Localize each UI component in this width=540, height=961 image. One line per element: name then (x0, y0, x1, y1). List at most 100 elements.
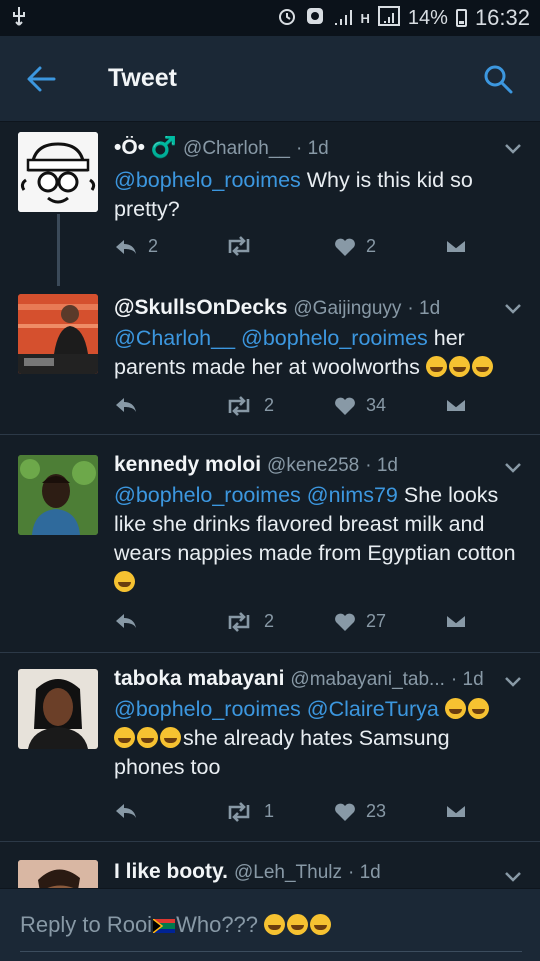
user-handle[interactable]: @kene258 (267, 455, 359, 477)
reply-button[interactable]: 2 (114, 236, 158, 257)
mention-link[interactable]: @bophelo_rooimes @nims79 (114, 483, 398, 507)
tweet-text: @bophelo_rooimes Why is this kid so pret… (114, 166, 520, 224)
like-button[interactable]: 23 (334, 801, 386, 822)
tweet-text: @bophelo_rooimes @nims79 She looks like … (114, 481, 520, 597)
display-name[interactable]: @SkullsOnDecks (114, 296, 287, 320)
reply-underline (20, 951, 522, 952)
avatar[interactable] (18, 669, 98, 749)
chevron-down-icon[interactable] (504, 142, 522, 154)
tweet-item[interactable]: @SkullsOnDecks @Gaijinguyy · 1d @Charloh… (0, 282, 540, 435)
battery-percent: 14% (407, 6, 448, 29)
tweet-actions: 1 23 (114, 801, 474, 827)
tweet-actions: 2 34 (114, 395, 474, 421)
mention-link[interactable]: @bophelo_rooimes (114, 168, 301, 192)
retweet-button[interactable]: 2 (224, 395, 274, 416)
avatar[interactable] (18, 132, 98, 212)
avatar[interactable] (18, 860, 98, 888)
tweet-text: @bophelo_rooimes @ClaireTurya she alread… (114, 695, 520, 782)
share-icon (444, 236, 468, 256)
chevron-down-icon[interactable] (504, 302, 522, 314)
display-name[interactable]: I like booty. (114, 860, 228, 884)
tweet-item[interactable]: •Ö• ♂️ @Charloh__ · 1d @bophelo_rooimes … (0, 122, 540, 286)
retweet-count: 2 (264, 611, 275, 631)
display-name[interactable]: •Ö• ♂️ (114, 136, 177, 160)
reply-button[interactable] (114, 801, 148, 821)
reply-input[interactable]: Reply to Rooi Who??? (20, 912, 333, 938)
battery-icon (455, 9, 467, 27)
reply-button[interactable] (114, 395, 148, 415)
alarm-icon (277, 6, 297, 31)
thread-line (57, 214, 60, 286)
share-button[interactable] (444, 395, 468, 415)
usb-icon (10, 6, 28, 31)
retweet-button[interactable]: 2 (224, 611, 274, 632)
thinking-emoji (287, 914, 309, 935)
share-button[interactable] (444, 236, 468, 256)
like-count: 34 (366, 395, 387, 415)
user-handle[interactable]: @Charloh__ (183, 138, 290, 160)
like-icon (334, 237, 356, 257)
like-icon (334, 396, 356, 416)
clock: 16:32 (474, 5, 530, 30)
chevron-down-icon[interactable] (504, 461, 522, 473)
display-name[interactable]: taboka mabayani (114, 667, 284, 691)
like-button[interactable]: 27 (334, 611, 386, 632)
tweet-time: · 1d (348, 862, 381, 883)
tweet-time: · 1d (296, 138, 329, 159)
avatar[interactable] (18, 294, 98, 374)
thinking-emoji (310, 914, 332, 935)
retweet-button[interactable]: 1 (224, 801, 274, 822)
avatar[interactable] (18, 455, 98, 535)
reply-icon (114, 801, 138, 821)
page-title: Tweet (108, 64, 177, 92)
reply-prefix: Reply to Rooi (20, 912, 153, 937)
tweet-header: I like booty. @Leh_Thulz · 1d (114, 860, 500, 884)
joy-emoji (471, 356, 493, 377)
reply-composer[interactable]: Reply to Rooi Who??? (0, 888, 540, 961)
tweet-item[interactable]: taboka mabayani @mabayani_tab... · 1d @b… (0, 653, 540, 842)
retweet-icon (224, 236, 254, 256)
like-icon (334, 612, 356, 632)
like-count: 2 (366, 236, 377, 256)
reply-count: 2 (148, 236, 159, 256)
whatsapp-icon (305, 6, 325, 31)
joy-emoji (160, 727, 181, 748)
tweet-time: · 1d (450, 669, 484, 690)
search-icon[interactable] (482, 63, 514, 95)
mention-link[interactable]: @Charloh__ @bophelo_rooimes (114, 326, 428, 350)
retweet-button[interactable] (224, 236, 264, 256)
joy-emoji (448, 356, 470, 377)
tweet-item[interactable]: I like booty. @Leh_Thulz · 1d (0, 842, 540, 888)
tweet-item[interactable]: kennedy moloi @kene258 · 1d @bophelo_roo… (0, 435, 540, 653)
user-handle[interactable]: @mabayani_tab... (290, 669, 445, 691)
joy-emoji (444, 698, 466, 719)
back-arrow-icon[interactable] (26, 65, 56, 93)
share-button[interactable] (444, 801, 468, 821)
mention-link[interactable]: @bophelo_rooimes @ClaireTurya (114, 697, 439, 721)
chevron-down-icon[interactable] (504, 675, 522, 687)
user-handle[interactable]: @Leh_Thulz (234, 862, 342, 884)
share-icon (444, 395, 468, 415)
app-bar: Tweet (0, 36, 540, 122)
joy-emoji (114, 727, 135, 748)
tweet-header: taboka mabayani @mabayani_tab... · 1d (114, 667, 500, 691)
signal-icon (333, 7, 353, 30)
retweet-icon (224, 611, 254, 632)
like-button[interactable]: 2 (334, 236, 376, 257)
joy-emoji (137, 727, 158, 748)
display-name[interactable]: kennedy moloi (114, 453, 261, 477)
retweet-icon (224, 801, 254, 822)
tweet-text: @Charloh__ @bophelo_rooimes her parents … (114, 324, 520, 382)
reply-suffix: Who??? (176, 912, 259, 937)
signal-icon-2 (377, 5, 400, 31)
like-button[interactable]: 34 (334, 395, 386, 416)
thinking-emoji (264, 914, 286, 935)
user-handle[interactable]: @Gaijinguyy (293, 298, 401, 320)
share-button[interactable] (444, 611, 468, 631)
chevron-down-icon[interactable] (504, 870, 522, 882)
retweet-count: 1 (264, 801, 275, 821)
reply-button[interactable] (114, 611, 148, 631)
tweet-actions: 2 2 (114, 236, 474, 262)
like-count: 23 (366, 801, 387, 821)
retweet-count: 2 (264, 395, 275, 415)
